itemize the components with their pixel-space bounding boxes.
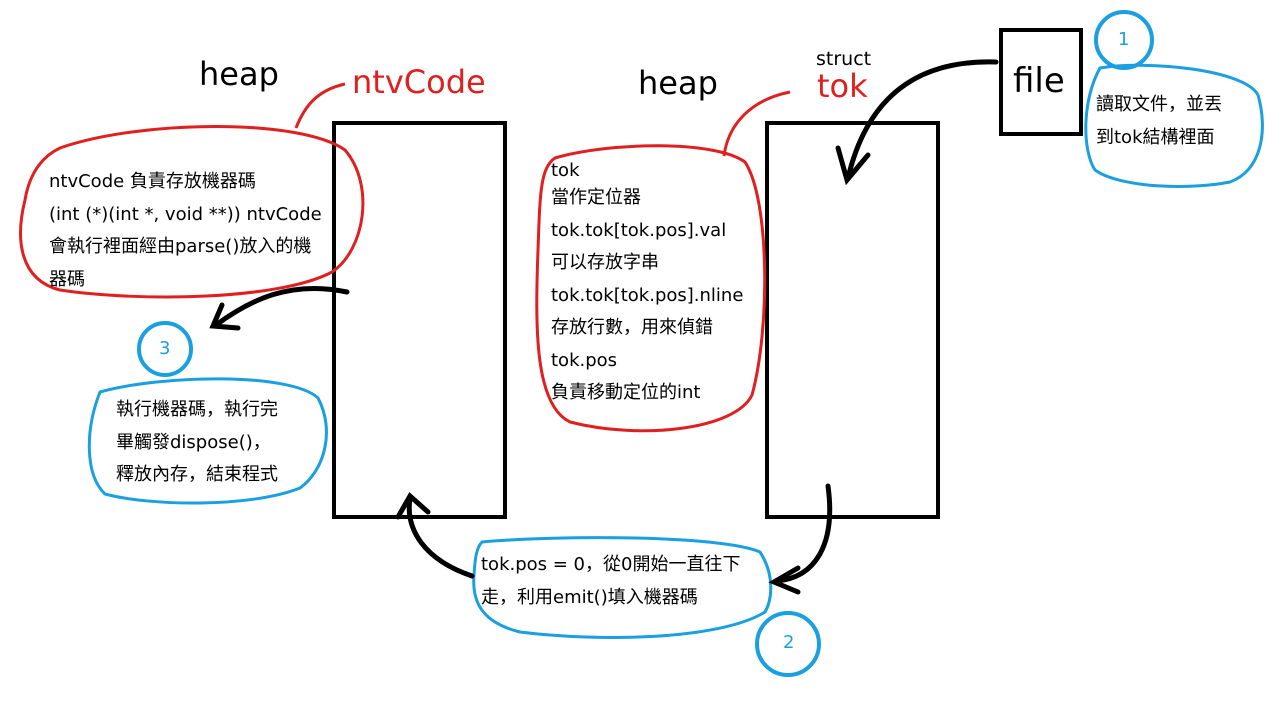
- step-1-line: 讀取文件，並丟: [1096, 94, 1222, 115]
- tok-title: tok: [817, 67, 868, 105]
- step-3-line: 釋放內存，結束程式: [116, 464, 278, 485]
- step-2-line: tok.pos = 0，從0開始一直往下: [481, 554, 741, 575]
- ntvcode-description-line: (int (*)(int *, void **)) ntvCode: [49, 203, 322, 225]
- tok-description-line: tok.pos: [551, 349, 618, 371]
- ntvcode-description-line: 器碼: [49, 268, 85, 290]
- tok-description-line: 可以存放字串: [551, 252, 659, 273]
- step-3-line: 執行機器碼，執行完: [116, 399, 278, 420]
- right-heap-label: heap: [638, 64, 718, 102]
- tok-description-line: 負責移動定位的int: [551, 382, 701, 403]
- step-1-line: 到tok結構裡面: [1096, 126, 1215, 148]
- arrow-step2-to-ntvcode: [406, 495, 475, 579]
- ntvcode-title: ntvCode: [352, 63, 486, 101]
- step-3-line: 畢觸發dispose()，: [116, 431, 271, 453]
- ntvcode-description-line: 會執行裡面經由parse()放入的機: [49, 236, 312, 257]
- step-2-number: 2: [783, 632, 795, 653]
- ntvcode-description: ntvCode 負責存放機器碼 (int (*)(int *, void **)…: [49, 166, 322, 296]
- tok-description-line: tok.tok[tok.pos].nline: [551, 284, 744, 306]
- tok-description-line: 存放行數，用來偵錯: [551, 317, 713, 338]
- step-3-text: 執行機器碼，執行完 畢觸發dispose()， 釋放內存，結束程式: [116, 394, 278, 492]
- tok-description: tok 當作定位器 tok.tok[tok.pos].val 可以存放字串 to…: [551, 160, 743, 410]
- step-2-text: tok.pos = 0，從0開始一直往下 走，利用emit()填入機器碼: [481, 549, 740, 614]
- step-1-text: 讀取文件，並丟 到tok結構裡面: [1096, 89, 1222, 154]
- left-heap-label: heap: [199, 55, 279, 93]
- step-3-number: 3: [159, 338, 171, 359]
- tok-description-line: tok: [551, 160, 580, 181]
- arrow-tok-to-step2: [773, 483, 833, 584]
- tok-description-line: tok.tok[tok.pos].val: [551, 219, 727, 241]
- arrow-file-to-tok: [845, 59, 999, 181]
- step-1-number: 1: [1118, 29, 1130, 50]
- arrow-step2-to-ntvcode-head: [395, 492, 431, 520]
- file-label: file: [1013, 61, 1065, 101]
- step-2-line: 走，利用emit()填入機器碼: [481, 586, 698, 608]
- tok-heap-box: [765, 121, 940, 519]
- tok-description-line: 當作定位器: [551, 187, 641, 208]
- ntvcode-description-line: ntvCode 負責存放機器碼: [49, 171, 256, 192]
